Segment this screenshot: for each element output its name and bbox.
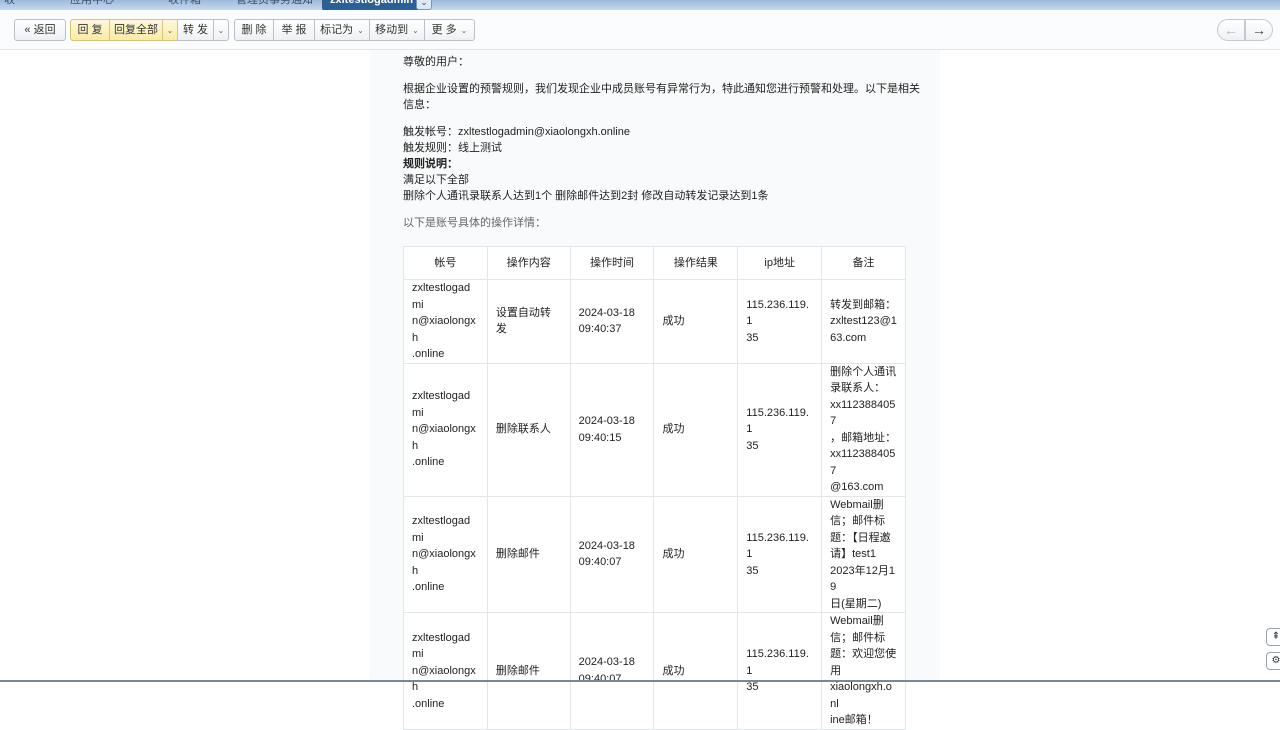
tab-app-center[interactable]: 应用中心 bbox=[70, 0, 114, 10]
reply-all-button[interactable]: 回复全部 bbox=[109, 19, 163, 41]
gear-icon: ⚙ bbox=[1271, 655, 1280, 666]
table-row: zxltestlogadmi n@xiaolongxh .online 删除联系… bbox=[403, 362, 906, 497]
mail-intro-line1: 根据企业设置的预警规则，我们发现企业中成员账号有异常行为，特此通知您进行预警和处… bbox=[403, 83, 920, 95]
move-to-label: 移动到 bbox=[375, 24, 409, 36]
forward-dropdown[interactable]: ⌄ bbox=[213, 19, 229, 41]
cell-result: 成功 bbox=[653, 279, 739, 364]
cell-action: 删除联系人 bbox=[486, 362, 571, 497]
table-row: zxltestlogadmi n@xiaolongxh .online 设置自动… bbox=[403, 279, 906, 364]
cell-action: 删除邮件 bbox=[486, 495, 571, 613]
mark-as-button[interactable]: 标记为 ⌄ bbox=[314, 19, 370, 41]
delete-button[interactable]: 删 除 bbox=[234, 19, 274, 41]
cell-account: zxltestlogadmi n@xiaolongxh .online bbox=[403, 362, 488, 497]
details-title: 以下是账号具体的操作详情： bbox=[403, 217, 546, 229]
back-to-top-button[interactable]: ⇞ bbox=[1266, 628, 1280, 646]
table-header-row: 帐号 操作内容 操作时间 操作结果 ip地址 备注 bbox=[403, 246, 906, 280]
report-button[interactable]: 举 报 bbox=[273, 19, 315, 41]
mail-toolbar: « 返回 回 复 回复全部 ⌄ 转 发 ⌄ 删 除 举 报 标记为 ⌄ 移动到 ⌄ … bbox=[0, 10, 1280, 50]
cell-note: Webmail删 信；邮件标 题：欢迎您使 用 xiaolongxh.onl i… bbox=[821, 612, 906, 730]
header-ip: ip地址 bbox=[737, 246, 823, 280]
more-button[interactable]: 更 多 ⌄ bbox=[424, 19, 475, 41]
settings-button[interactable]: ⚙ bbox=[1266, 652, 1280, 670]
arrow-right-icon: → bbox=[1252, 22, 1266, 38]
prev-mail-button[interactable]: ← bbox=[1217, 19, 1245, 41]
cell-account: zxltestlogadmi n@xiaolongxh .online bbox=[403, 612, 488, 730]
cell-ip: 115.236.119.1 35 bbox=[737, 279, 823, 364]
table-row: zxltestlogadmi n@xiaolongxh .online 删除邮件… bbox=[403, 495, 906, 613]
next-mail-button[interactable]: → bbox=[1245, 19, 1273, 41]
reply-button[interactable]: 回 复 bbox=[70, 19, 110, 41]
more-label: 更 多 bbox=[431, 24, 457, 36]
cell-note: 转发到邮箱： zxltest123@1 63.com bbox=[821, 279, 906, 364]
rule-conditions: 删除个人通讯录联系人达到1个 删除邮件达到2封 修改自动转发记录达到1条 bbox=[403, 190, 769, 202]
forward-button[interactable]: 转 发 bbox=[177, 19, 214, 41]
chevron-down-icon: ⌄ bbox=[217, 26, 225, 35]
table-row: zxltestlogadmi n@xiaolongxh .online 删除邮件… bbox=[403, 612, 906, 730]
cell-action: 删除邮件 bbox=[486, 612, 571, 730]
move-to-button[interactable]: 移动到 ⌄ bbox=[369, 19, 425, 41]
chevron-down-icon: ⌄ bbox=[166, 26, 174, 35]
chevron-down-icon: ⌄ bbox=[460, 26, 468, 35]
cell-time: 2024-03-18 09:40:15 bbox=[569, 362, 655, 497]
tab-admin-notice[interactable]: 管理员事务通知 bbox=[236, 0, 313, 10]
cell-ip: 115.236.119.1 35 bbox=[737, 612, 823, 730]
cell-result: 成功 bbox=[653, 495, 739, 613]
tab-inbox[interactable]: 收件箱 bbox=[168, 0, 201, 10]
cell-ip: 115.236.119.1 35 bbox=[737, 362, 823, 497]
chevron-down-icon: ⌄ bbox=[357, 26, 364, 35]
mail-greeting: 尊敬的用户： bbox=[403, 56, 469, 68]
rule-desc-label: 规则说明： bbox=[403, 158, 458, 170]
cell-time: 2024-03-18 09:40:07 bbox=[569, 495, 655, 613]
chevron-down-icon: ⌄ bbox=[412, 26, 419, 35]
cell-result: 成功 bbox=[653, 362, 739, 497]
back-to-top-icon: ⇞ bbox=[1271, 631, 1280, 642]
header-action: 操作内容 bbox=[486, 246, 571, 280]
header-account: 帐号 bbox=[403, 246, 488, 280]
mark-as-label: 标记为 bbox=[320, 24, 354, 36]
mail-body: 尊敬的用户： 根据企业设置的预警规则，我们发现企业中成员账号有异常行为，特此通知… bbox=[370, 50, 940, 730]
tab-menu-icon[interactable]: ⌄ bbox=[416, 0, 432, 10]
arrow-left-icon: ← bbox=[1224, 22, 1238, 38]
cell-account: zxltestlogadmi n@xiaolongxh .online bbox=[403, 279, 488, 364]
cell-result: 成功 bbox=[653, 612, 739, 730]
header-note: 备注 bbox=[821, 246, 906, 280]
trigger-rule: 触发规则：线上测试 bbox=[403, 142, 502, 154]
header-result: 操作结果 bbox=[653, 246, 739, 280]
cell-time: 2024-03-18 09:40:07 bbox=[569, 612, 655, 730]
cell-note: Webmail删 信；邮件标 题：【日程邀 请】test1 2023年12月19… bbox=[821, 495, 906, 613]
cell-note: 删除个人通讯 录联系人： xx1123884057 ，邮箱地址： xx11238… bbox=[821, 362, 906, 497]
header-time: 操作时间 bbox=[569, 246, 655, 280]
trigger-account: 触发帐号：zxltestlogadmin@xiaolongxh.online bbox=[403, 126, 630, 138]
mail-intro-line2: 信息： bbox=[403, 99, 436, 111]
tab-strip: 收 应用中心 收件箱 管理员事务通知 zxltestlogadmin ⌄ bbox=[0, 0, 1280, 10]
tab-current-mail[interactable]: zxltestlogadmin bbox=[322, 0, 422, 10]
cell-account: zxltestlogadmi n@xiaolongxh .online bbox=[403, 495, 488, 613]
cell-time: 2024-03-18 09:40:37 bbox=[569, 279, 655, 364]
cell-action: 设置自动转发 bbox=[486, 279, 571, 364]
tab-inbox-partial[interactable]: 收 bbox=[4, 0, 15, 10]
back-button[interactable]: « 返回 bbox=[14, 19, 66, 41]
reply-all-dropdown[interactable]: ⌄ bbox=[162, 19, 178, 41]
cell-ip: 115.236.119.1 35 bbox=[737, 495, 823, 613]
operations-table: 帐号 操作内容 操作时间 操作结果 ip地址 备注 zxltestlogadmi… bbox=[403, 246, 906, 730]
rule-satisfy: 满足以下全部 bbox=[403, 174, 469, 186]
